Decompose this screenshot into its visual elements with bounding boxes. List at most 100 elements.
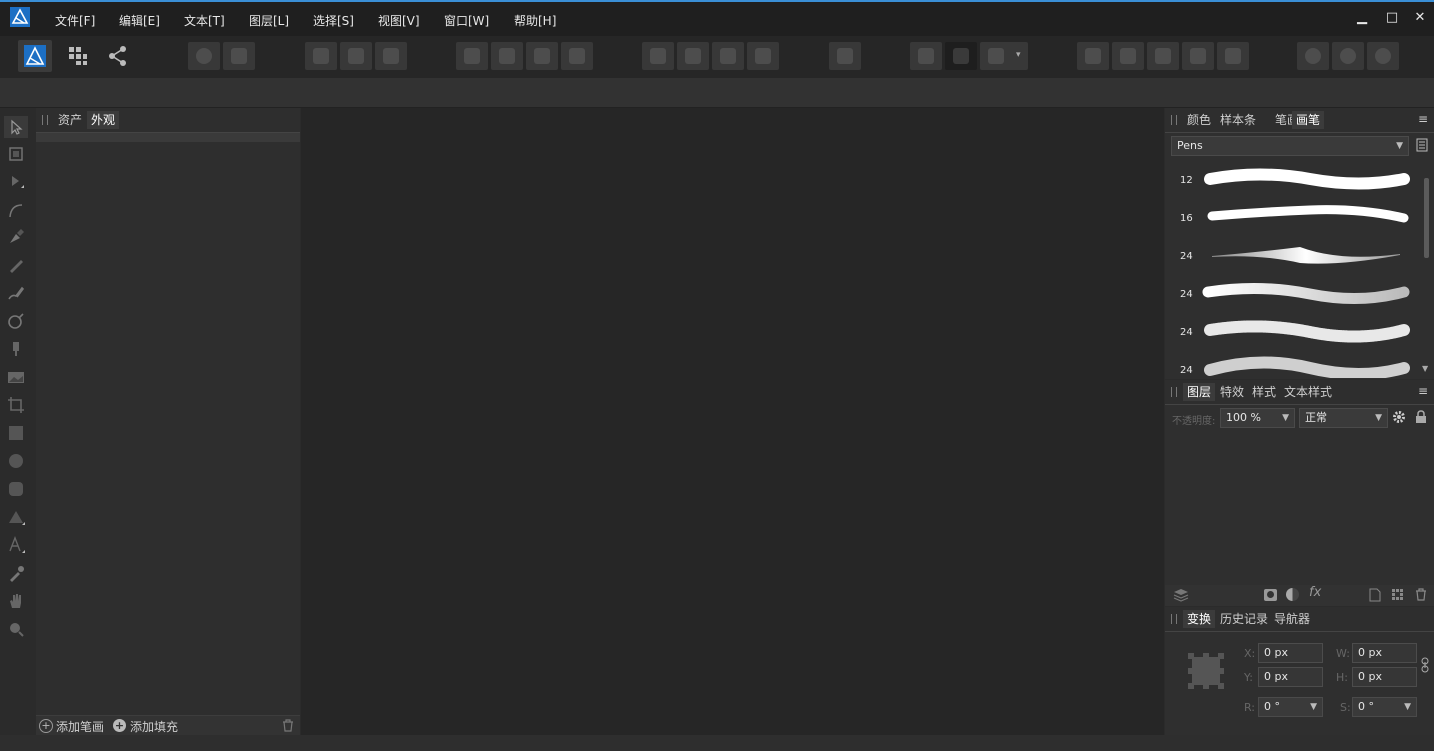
- menu-text[interactable]: 文本[T]: [184, 12, 225, 29]
- tab-effects[interactable]: 特效: [1216, 383, 1248, 401]
- blend-mode-select[interactable]: 正常 ▼: [1299, 408, 1388, 428]
- text-tool-icon[interactable]: [7, 536, 25, 554]
- menu-select[interactable]: 选择[S]: [313, 12, 354, 29]
- add-stroke-icon[interactable]: +: [39, 719, 53, 733]
- mask-layer-icon[interactable]: [1264, 589, 1277, 601]
- toolbar-button-f4[interactable]: [1182, 42, 1214, 70]
- trash-icon[interactable]: [1415, 588, 1427, 601]
- brush-stroke-preview[interactable]: [1204, 356, 1410, 378]
- toolbar-button-f3[interactable]: [1147, 42, 1179, 70]
- maximize-button[interactable]: □: [1384, 10, 1400, 26]
- toolbar-button-d3[interactable]: [712, 42, 744, 70]
- tab-navigator[interactable]: 导航器: [1270, 610, 1314, 628]
- layers-stack-icon[interactable]: [1173, 588, 1189, 602]
- lock-icon[interactable]: [1415, 410, 1427, 424]
- panel-grip-icon[interactable]: [1171, 387, 1177, 397]
- gear-icon[interactable]: [1392, 410, 1406, 424]
- brushes-scrollbar[interactable]: ▼: [1422, 164, 1430, 376]
- y-field[interactable]: 0 px: [1258, 667, 1323, 687]
- add-layer-icon[interactable]: [1369, 588, 1381, 602]
- transparency-tool-icon[interactable]: [7, 340, 25, 358]
- snapping-options-dropdown[interactable]: ▾: [980, 42, 1028, 70]
- toolbar-button-f1[interactable]: [1077, 42, 1109, 70]
- opacity-select[interactable]: 100 % ▼: [1220, 408, 1295, 428]
- scroll-down-icon[interactable]: ▼: [1422, 364, 1428, 373]
- color-picker-tool-icon[interactable]: [7, 564, 25, 582]
- rectangle-tool-icon[interactable]: [7, 424, 25, 442]
- rounded-rectangle-tool-icon[interactable]: [7, 480, 25, 498]
- vector-brush-tool-icon[interactable]: [7, 284, 25, 302]
- brush-stroke-preview[interactable]: [1207, 205, 1409, 223]
- corner-tool-icon[interactable]: [7, 201, 25, 219]
- add-fill-button[interactable]: 添加填充: [130, 718, 178, 735]
- link-aspect-icon[interactable]: [1421, 657, 1429, 673]
- tab-brushes[interactable]: 画笔: [1292, 111, 1325, 129]
- toolbar-button-f5[interactable]: [1217, 42, 1249, 70]
- tab-appearance[interactable]: 外观: [87, 111, 120, 129]
- toolbar-button-c2[interactable]: [491, 42, 523, 70]
- tab-swatches[interactable]: 样本条: [1216, 111, 1260, 129]
- artboard-tool-icon[interactable]: [7, 145, 25, 163]
- tab-layers[interactable]: 图层: [1183, 383, 1216, 401]
- menu-view[interactable]: 视图[V]: [378, 12, 420, 29]
- anchor-point-selector[interactable]: [1188, 653, 1224, 689]
- hand-tool-icon[interactable]: [7, 592, 25, 610]
- toolbar-button-b3[interactable]: [375, 42, 407, 70]
- panel-grip-icon[interactable]: [1171, 115, 1177, 125]
- toolbar-button-f2[interactable]: [1112, 42, 1144, 70]
- document-canvas[interactable]: [301, 108, 1164, 735]
- toolbar-button-d2[interactable]: [677, 42, 709, 70]
- adjustment-layer-icon[interactable]: [1286, 588, 1299, 601]
- toolbar-button-c3[interactable]: [526, 42, 558, 70]
- tab-history[interactable]: 历史记录: [1216, 610, 1272, 628]
- pencil-tool-icon[interactable]: [7, 256, 25, 274]
- pen-tool-icon[interactable]: [7, 228, 25, 246]
- zoom-tool-icon[interactable]: [7, 620, 25, 638]
- rotation-field[interactable]: 0 ° ▼: [1258, 697, 1323, 717]
- toolbar-button-g1[interactable]: [1297, 42, 1329, 70]
- tab-assets[interactable]: 资产: [54, 111, 86, 129]
- menu-window[interactable]: 窗口[W]: [444, 12, 489, 29]
- toolbar-button-b1[interactable]: [305, 42, 337, 70]
- export-persona-share-icon[interactable]: [107, 45, 129, 67]
- brush-category-select[interactable]: Pens ▼: [1171, 136, 1409, 156]
- brush-stroke-preview[interactable]: [1204, 320, 1410, 343]
- fx-icon[interactable]: fx: [1309, 585, 1321, 600]
- toolbar-button-align[interactable]: [829, 42, 861, 70]
- toolbar-button-d4[interactable]: [747, 42, 779, 70]
- add-stroke-button[interactable]: 添加笔画: [56, 718, 104, 735]
- toolbar-button-g3[interactable]: [1367, 42, 1399, 70]
- pixel-layer-icon[interactable]: [1391, 588, 1404, 601]
- menu-help[interactable]: 帮助[H]: [514, 12, 556, 29]
- toolbar-button-c4[interactable]: [561, 42, 593, 70]
- trash-icon[interactable]: [282, 719, 294, 732]
- menu-edit[interactable]: 编辑[E]: [119, 12, 160, 29]
- close-button[interactable]: ✕: [1412, 10, 1428, 26]
- brush-stroke-preview[interactable]: [1212, 247, 1400, 264]
- scrollbar-thumb[interactable]: [1424, 178, 1429, 258]
- brush-stroke-preview[interactable]: [1202, 282, 1410, 304]
- w-field[interactable]: 0 px: [1352, 643, 1417, 663]
- toolbar-button-b2[interactable]: [340, 42, 372, 70]
- panel-grip-icon[interactable]: [1171, 614, 1177, 624]
- tab-text-styles[interactable]: 文本样式: [1280, 383, 1336, 401]
- crop-tool-icon[interactable]: [7, 396, 25, 414]
- tab-transform[interactable]: 变换: [1183, 610, 1216, 628]
- add-fill-icon[interactable]: +: [113, 719, 126, 732]
- toolbar-button-a2[interactable]: [223, 42, 255, 70]
- panel-grip-icon[interactable]: [42, 115, 48, 125]
- toolbar-button-e1[interactable]: [910, 42, 942, 70]
- toolbar-button-e2[interactable]: [945, 42, 977, 70]
- ellipse-tool-icon[interactable]: [7, 452, 25, 470]
- tab-color[interactable]: 颜色: [1183, 111, 1215, 129]
- shear-field[interactable]: 0 ° ▼: [1352, 697, 1417, 717]
- place-image-tool-icon[interactable]: [7, 368, 25, 386]
- toolbar-button-c1[interactable]: [456, 42, 488, 70]
- node-tool-icon[interactable]: [7, 173, 25, 191]
- toolbar-button-a1[interactable]: [188, 42, 220, 70]
- toolbar-button-d1[interactable]: [642, 42, 674, 70]
- pixel-persona-icon[interactable]: [68, 46, 88, 66]
- menu-file[interactable]: 文件[F]: [55, 12, 95, 29]
- panel-menu-icon[interactable]: ≡: [1418, 112, 1428, 126]
- toolbar-button-g2[interactable]: [1332, 42, 1364, 70]
